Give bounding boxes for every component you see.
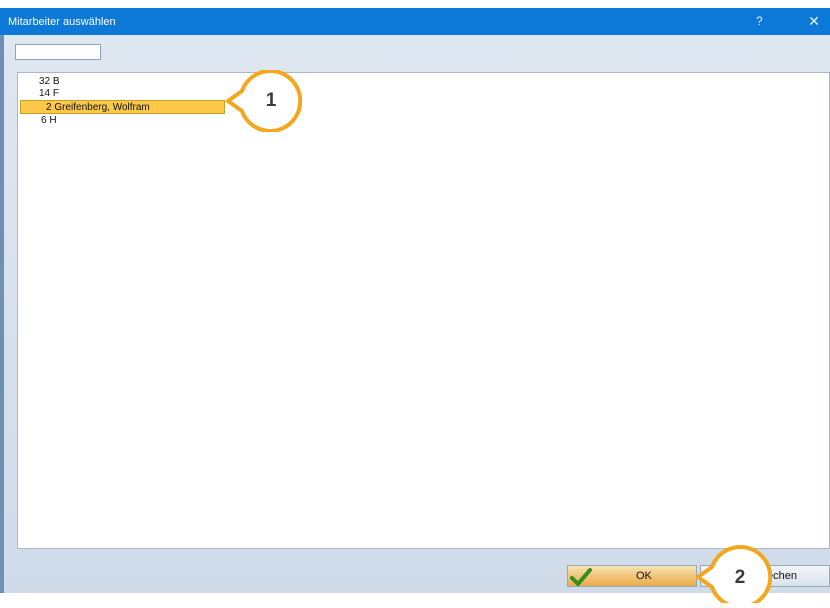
ok-button[interactable]: OK: [567, 565, 697, 587]
check-icon: [570, 568, 592, 586]
employee-select-dialog: Mitarbeiter auswählen ? ✕ 32 B 14 F 2 Gr…: [0, 0, 830, 608]
list-item-selected[interactable]: 2 Greifenberg, Wolfram: [20, 100, 225, 114]
list-item-label: 14 F: [39, 88, 60, 99]
help-button[interactable]: ?: [756, 14, 763, 28]
callout-2: 2: [692, 541, 773, 608]
list-item-label: 2 Greifenberg, Wolfram: [46, 102, 150, 113]
callout-1-number: 1: [265, 90, 277, 111]
title-bar: Mitarbeiter auswählen ? ✕: [0, 8, 830, 35]
employee-list[interactable]: 32 B 14 F 2 Greifenberg, Wolfram 6 H: [17, 72, 830, 549]
close-button[interactable]: ✕: [800, 8, 828, 35]
dialog-title: Mitarbeiter auswählen: [8, 16, 116, 28]
ok-button-label: OK: [636, 570, 652, 582]
top-strip: [0, 0, 830, 8]
list-item[interactable]: 14 F: [39, 87, 59, 101]
list-item-label: 6 H: [41, 115, 57, 126]
callout-1: 1: [222, 69, 303, 133]
search-input[interactable]: [15, 44, 101, 60]
left-edge: [0, 35, 4, 593]
callout-2-number: 2: [734, 567, 746, 588]
list-item-label: 32 B: [39, 76, 60, 87]
list-item[interactable]: 6 H: [41, 114, 57, 128]
